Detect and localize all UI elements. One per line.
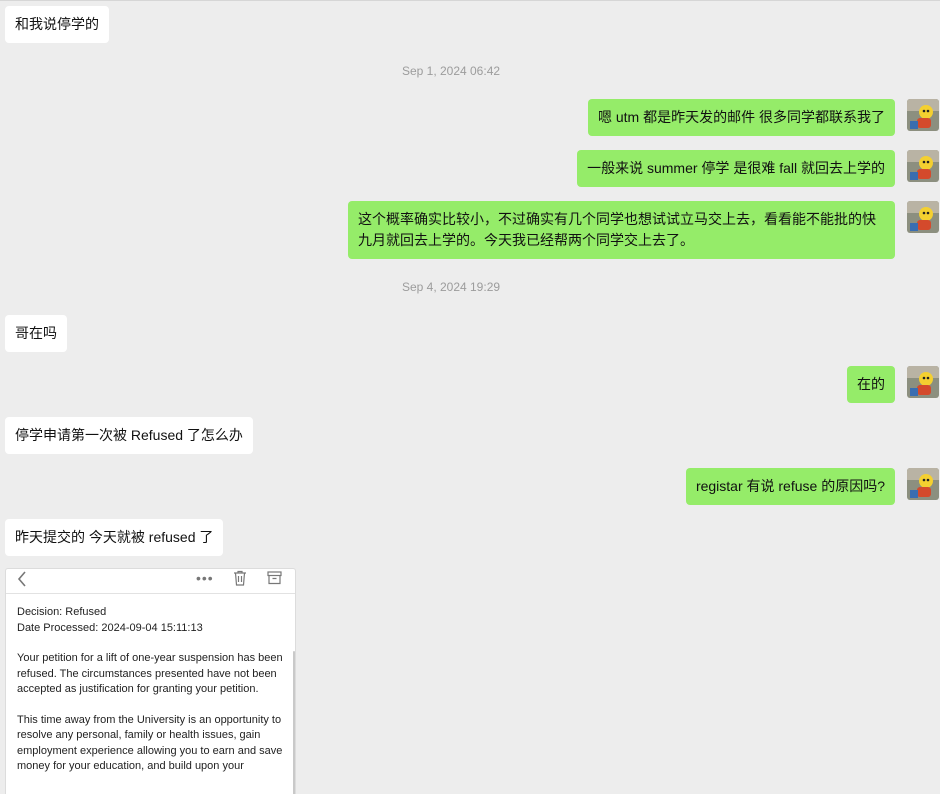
avatar-image-icon	[907, 201, 939, 233]
incoming-message[interactable]: 哥在吗	[5, 315, 67, 352]
avatar[interactable]	[907, 201, 939, 233]
avatar-image-icon	[907, 150, 939, 182]
outgoing-message[interactable]: 这个概率确实比较小，不过确实有几个同学也想试试立马交上去，看看能不能批的快九月就…	[348, 201, 895, 259]
scrollbar[interactable]	[293, 651, 295, 794]
back-chevron-icon	[16, 570, 28, 593]
email-paragraph: Your petition for a lift of one-year sus…	[17, 652, 283, 695]
outgoing-message[interactable]: registar 有说 refuse 的原因吗?	[685, 468, 895, 505]
timestamp: Sep 1, 2024 06:42	[401, 64, 501, 78]
timestamp: Sep 4, 2024 19:29	[401, 280, 501, 294]
email-toolbar: •••	[6, 569, 295, 594]
more-icon: •••	[196, 570, 214, 586]
avatar-image-icon	[907, 468, 939, 500]
email-paragraph: This time away from the University is an…	[17, 713, 283, 773]
outgoing-message[interactable]: 嗯 utm 都是昨天发的邮件 很多同学都联系我了	[587, 99, 895, 136]
avatar[interactable]	[907, 150, 939, 182]
outgoing-message[interactable]: 在的	[847, 366, 895, 403]
incoming-message[interactable]: 停学申请第一次被 Refused 了怎么办	[5, 417, 253, 454]
date-processed-line: Date Processed: 2024-09-04 15:11:13	[17, 621, 203, 634]
top-divider	[0, 0, 940, 1]
chat-window: 和我说停学的 Sep 1, 2024 06:42 嗯 utm 都是昨天发的邮件 …	[0, 0, 940, 794]
incoming-message[interactable]: 和我说停学的	[5, 6, 109, 43]
trash-icon	[233, 570, 247, 591]
avatar[interactable]	[907, 99, 939, 131]
email-body: Decision: Refused Date Processed: 2024-0…	[17, 605, 285, 790]
incoming-message[interactable]: 昨天提交的 今天就被 refused 了	[5, 519, 224, 556]
archive-icon	[267, 570, 282, 590]
avatar-image-icon	[907, 99, 939, 131]
outgoing-message[interactable]: 一般来说 summer 停学 是很难 fall 就回去上学的	[577, 150, 895, 187]
decision-line: Decision: Refused	[17, 606, 107, 618]
avatar[interactable]	[907, 468, 939, 500]
avatar-image-icon	[907, 366, 939, 398]
email-screenshot-image[interactable]: ••• Decision: Refused Date Processed: 20…	[5, 568, 296, 794]
avatar[interactable]	[907, 366, 939, 398]
